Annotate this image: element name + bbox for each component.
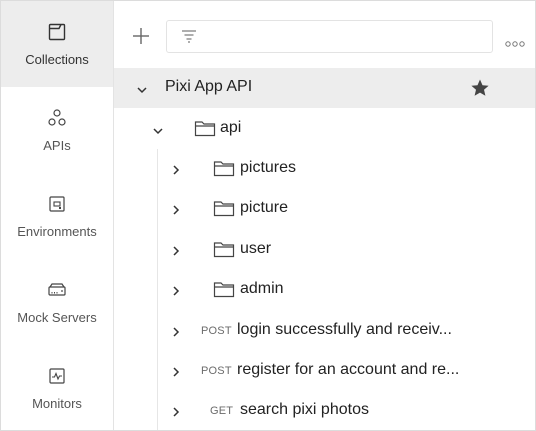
- folder-row-picture[interactable]: picture: [114, 189, 535, 229]
- collection-tree: Pixi App API api pictures picture user a…: [114, 67, 535, 430]
- folder-icon: [213, 199, 235, 217]
- chevron-right-icon[interactable]: [170, 284, 182, 296]
- more-options-icon[interactable]: [504, 34, 526, 47]
- folder-name: pictures: [240, 159, 297, 176]
- request-name: search pixi photos: [240, 401, 369, 418]
- request-row-register[interactable]: POST register for an account and re...: [114, 351, 535, 391]
- collection-row[interactable]: Pixi App API: [114, 68, 535, 108]
- folder-name: picture: [240, 199, 289, 216]
- chevron-right-icon[interactable]: [170, 244, 182, 256]
- sidebar-item-monitors[interactable]: Monitors: [1, 345, 113, 431]
- folder-name: admin: [240, 280, 284, 297]
- request-method-badge: POST: [201, 365, 232, 377]
- chevron-right-icon[interactable]: [170, 163, 182, 175]
- chevron-right-icon[interactable]: [170, 203, 182, 215]
- filter-icon: [181, 29, 197, 43]
- request-name: login successfully and receiv...: [237, 321, 452, 338]
- folder-icon: [194, 119, 216, 137]
- chevron-right-icon[interactable]: [170, 325, 182, 337]
- collection-name: Pixi App API: [165, 78, 253, 95]
- chevron-right-icon[interactable]: [170, 365, 182, 377]
- environments-icon: [46, 193, 68, 215]
- folder-icon: [213, 240, 235, 258]
- star-icon[interactable]: [470, 78, 490, 98]
- folder-icon: [213, 280, 235, 298]
- sidebar-item-label: APIs: [43, 138, 71, 153]
- chevron-right-icon[interactable]: [170, 405, 182, 417]
- request-row-login[interactable]: POST login successfully and receiv...: [114, 311, 535, 351]
- filter-box: [166, 20, 493, 53]
- sidebar-item-apis[interactable]: APIs: [1, 87, 113, 173]
- chevron-down-icon[interactable]: [152, 124, 164, 136]
- folder-row-pictures[interactable]: pictures: [114, 149, 535, 189]
- request-row-search[interactable]: GET search pixi photos: [114, 391, 535, 431]
- sidebar-item-collections[interactable]: Collections: [1, 1, 113, 87]
- postman-window: Collections APIs Environments Mock Serve…: [0, 0, 536, 431]
- mock-servers-icon: [46, 279, 68, 301]
- request-name: register for an account and re...: [237, 361, 460, 378]
- sidebar-item-mock-servers[interactable]: Mock Servers: [1, 259, 113, 345]
- chevron-down-icon[interactable]: [136, 83, 148, 95]
- plus-icon[interactable]: [130, 25, 152, 47]
- folder-row-admin[interactable]: admin: [114, 270, 535, 310]
- apis-icon: [46, 107, 68, 129]
- folder-icon: [213, 159, 235, 177]
- request-method-badge: GET: [210, 405, 234, 417]
- monitors-icon: [46, 365, 68, 387]
- collections-toolbar: [114, 1, 535, 67]
- request-method-badge: POST: [201, 325, 232, 337]
- filter-input[interactable]: [209, 25, 483, 49]
- left-sidebar: Collections APIs Environments Mock Serve…: [1, 1, 114, 430]
- collections-icon: [46, 21, 68, 43]
- sidebar-item-label: Mock Servers: [17, 310, 97, 325]
- folder-name: user: [240, 240, 272, 257]
- sidebar-item-label: Monitors: [32, 396, 82, 411]
- folder-row-api[interactable]: api: [114, 109, 535, 149]
- sidebar-item-environments[interactable]: Environments: [1, 173, 113, 259]
- folder-row-user[interactable]: user: [114, 230, 535, 270]
- sidebar-item-label: Collections: [25, 52, 89, 67]
- folder-name: api: [220, 119, 242, 136]
- sidebar-item-label: Environments: [17, 224, 97, 239]
